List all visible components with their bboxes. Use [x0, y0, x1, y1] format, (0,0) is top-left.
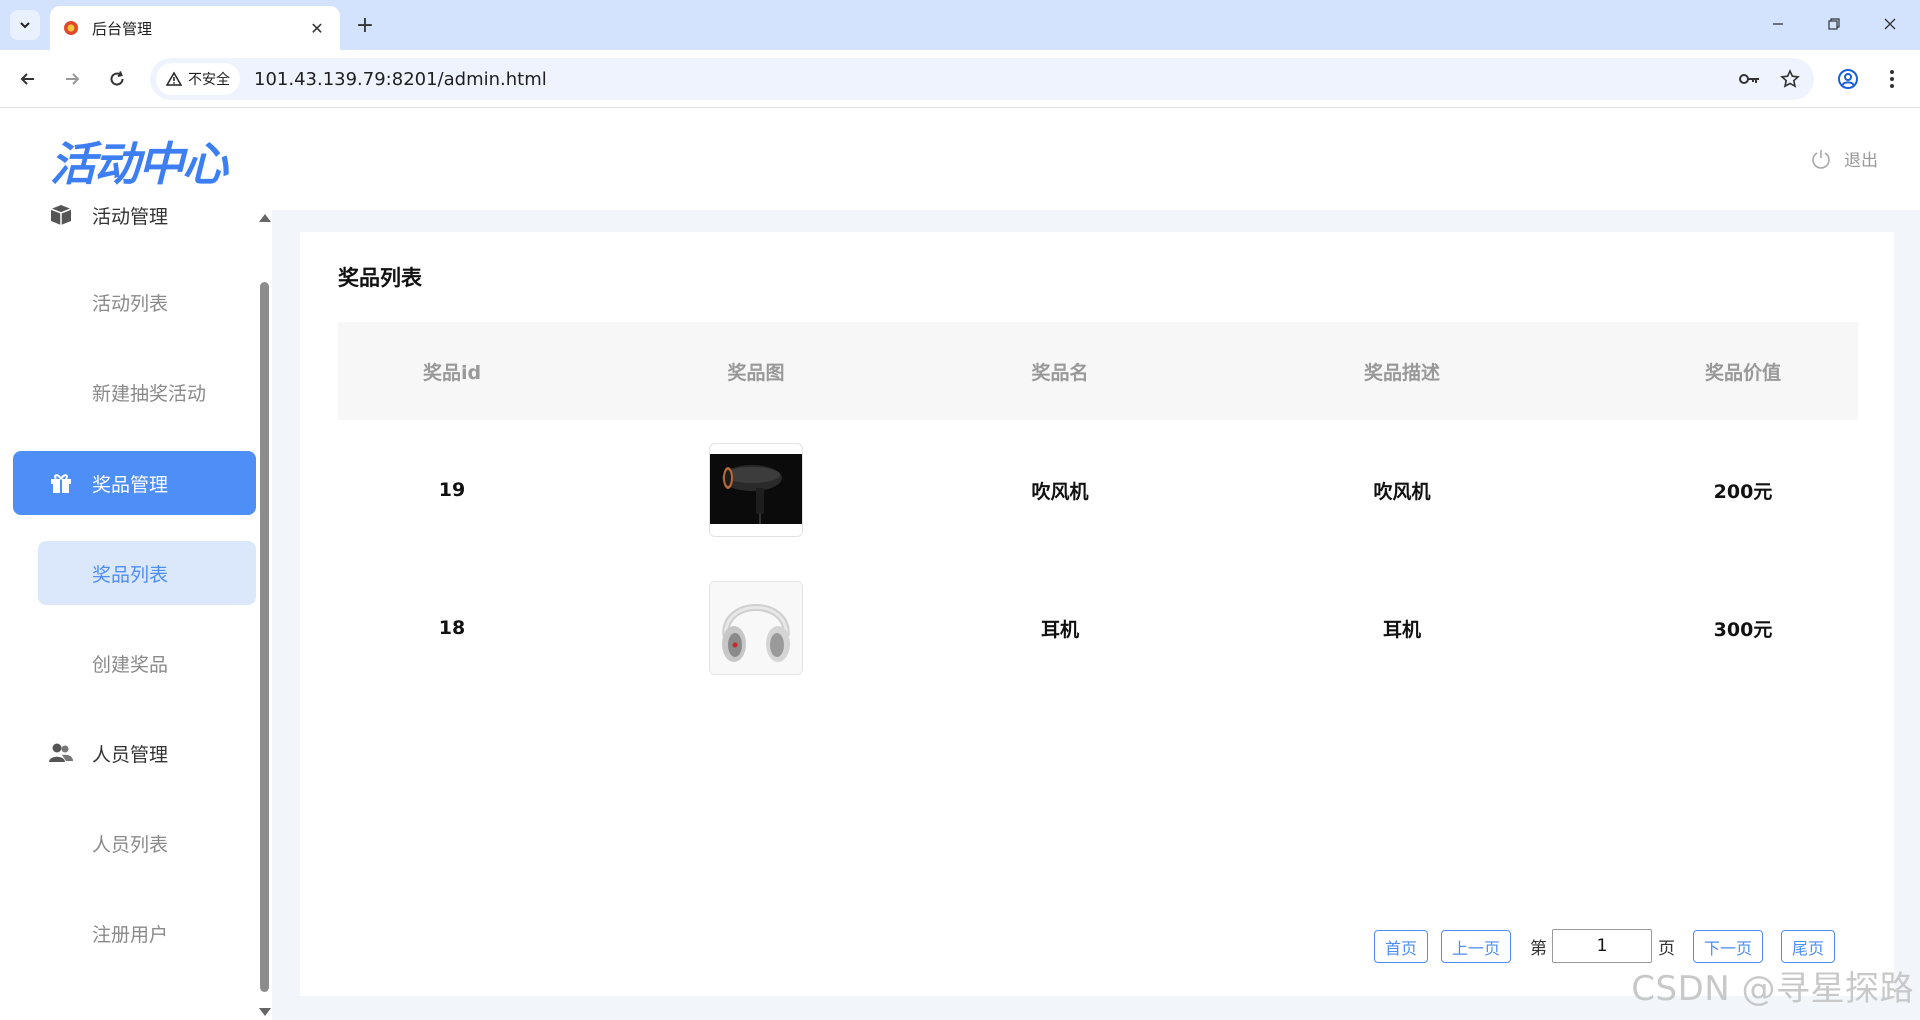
favicon-icon [64, 21, 78, 35]
gift-icon [47, 469, 75, 497]
browser-tab-active[interactable]: 后台管理 ✕ [50, 6, 340, 50]
logout-label: 退出 [1844, 151, 1878, 171]
browser-toolbar: 不安全 101.43.139.79:8201/admin.html [0, 50, 1920, 108]
bookmark-star-icon[interactable] [1774, 63, 1806, 95]
app-header: 活动中心 退出 [0, 108, 1920, 210]
chevron-down-icon [20, 22, 30, 29]
column-header: 奖品id [422, 361, 482, 384]
password-key-icon[interactable] [1734, 63, 1766, 95]
minimize-icon[interactable] [1756, 8, 1800, 40]
reload-icon[interactable] [101, 63, 133, 95]
prev-page-button[interactable]: 上一页 [1441, 930, 1511, 963]
tab-title: 后台管理 [92, 19, 153, 38]
logo: 活动中心 [50, 137, 228, 191]
sidebar-item-register-user[interactable]: 注册用户 [38, 901, 256, 965]
restore-icon[interactable] [1812, 8, 1856, 40]
column-header: 奖品图 [727, 361, 785, 384]
prize-description: 吹风机 [1373, 480, 1431, 503]
prize-id: 18 [438, 617, 466, 639]
last-page-button[interactable]: 尾页 [1781, 930, 1835, 963]
content-panel: 奖品列表 奖品id 奖品图 奖品名 奖品描述 奖品价值 19 吹风机 吹风机 2… [300, 232, 1894, 996]
headphones-image [709, 581, 803, 675]
page-title: 奖品列表 [338, 266, 422, 290]
tab-search-button[interactable] [10, 10, 40, 40]
prize-id: 19 [438, 479, 466, 501]
sidebar-group-label: 活动管理 [92, 205, 169, 228]
column-header: 奖品价值 [1704, 361, 1782, 384]
sidebar-group-activity[interactable]: 活动管理 [13, 200, 256, 247]
logout-button[interactable]: 退出 [1810, 146, 1878, 171]
scrollbar-thumb[interactable] [260, 282, 269, 992]
page-number-input[interactable] [1552, 929, 1652, 963]
sidebar-item-create-prize[interactable]: 创建奖品 [38, 631, 256, 695]
sidebar-group-label: 奖品管理 [92, 473, 169, 496]
users-icon [47, 739, 75, 767]
prize-value: 300元 [1713, 618, 1773, 641]
prize-value: 200元 [1713, 480, 1773, 503]
first-page-button[interactable]: 首页 [1374, 930, 1428, 963]
warning-icon [166, 71, 182, 86]
new-tab-icon[interactable]: + [352, 12, 378, 38]
sidebar-scrollbar[interactable] [257, 210, 272, 1020]
prize-image-cell [709, 422, 803, 558]
watermark: CSDN @寻星探路 [1631, 969, 1914, 1009]
sidebar-group-label: 人员管理 [92, 743, 169, 766]
table-row: 19 吹风机 吹风机 200元 [338, 422, 1858, 558]
scroll-down-icon[interactable] [259, 1008, 271, 1016]
close-window-icon[interactable] [1868, 8, 1912, 40]
column-header: 奖品名 [1031, 361, 1089, 384]
hair-dryer-image [709, 443, 803, 537]
security-label: 不安全 [188, 72, 230, 88]
table-row: 18 耳机 耳机 300元 [338, 560, 1858, 696]
tab-close-icon[interactable]: ✕ [306, 17, 328, 39]
sidebar-group-prize[interactable]: 奖品管理 [13, 451, 256, 515]
cube-icon [47, 201, 75, 229]
prize-description: 耳机 [1382, 618, 1422, 641]
back-icon[interactable] [12, 63, 44, 95]
next-page-button[interactable]: 下一页 [1693, 930, 1763, 963]
page-suffix: 页 [1658, 939, 1675, 959]
prize-name: 吹风机 [1031, 480, 1089, 503]
scroll-up-icon[interactable] [259, 214, 271, 222]
sidebar-item-user-list[interactable]: 人员列表 [38, 811, 256, 875]
sidebar-item-prize-list[interactable]: 奖品列表 [38, 541, 256, 605]
page-prefix: 第 [1530, 939, 1547, 959]
sidebar-item-new-lottery[interactable]: 新建抽奖活动 [38, 360, 256, 424]
more-menu-icon[interactable] [1876, 63, 1908, 95]
forward-icon[interactable] [56, 63, 88, 95]
security-indicator[interactable]: 不安全 [156, 63, 240, 95]
browser-tabbar: 后台管理 ✕ + [0, 0, 1920, 50]
column-header: 奖品描述 [1363, 361, 1441, 384]
sidebar-group-users[interactable]: 人员管理 [13, 721, 256, 785]
url-text[interactable]: 101.43.139.79:8201/admin.html [254, 69, 1734, 90]
power-icon [1812, 149, 1830, 169]
address-bar[interactable]: 不安全 101.43.139.79:8201/admin.html [150, 58, 1814, 100]
profile-icon[interactable] [1832, 63, 1864, 95]
sidebar-item-activity-list[interactable]: 活动列表 [38, 270, 256, 334]
prize-image-cell [709, 560, 803, 696]
sidebar: 活动管理 活动列表 新建抽奖活动 奖品管理 奖品列表 创建奖品 人员管理 人员列… [0, 200, 272, 1020]
prize-name: 耳机 [1040, 618, 1080, 641]
table-header: 奖品id 奖品图 奖品名 奖品描述 奖品价值 [338, 322, 1858, 420]
